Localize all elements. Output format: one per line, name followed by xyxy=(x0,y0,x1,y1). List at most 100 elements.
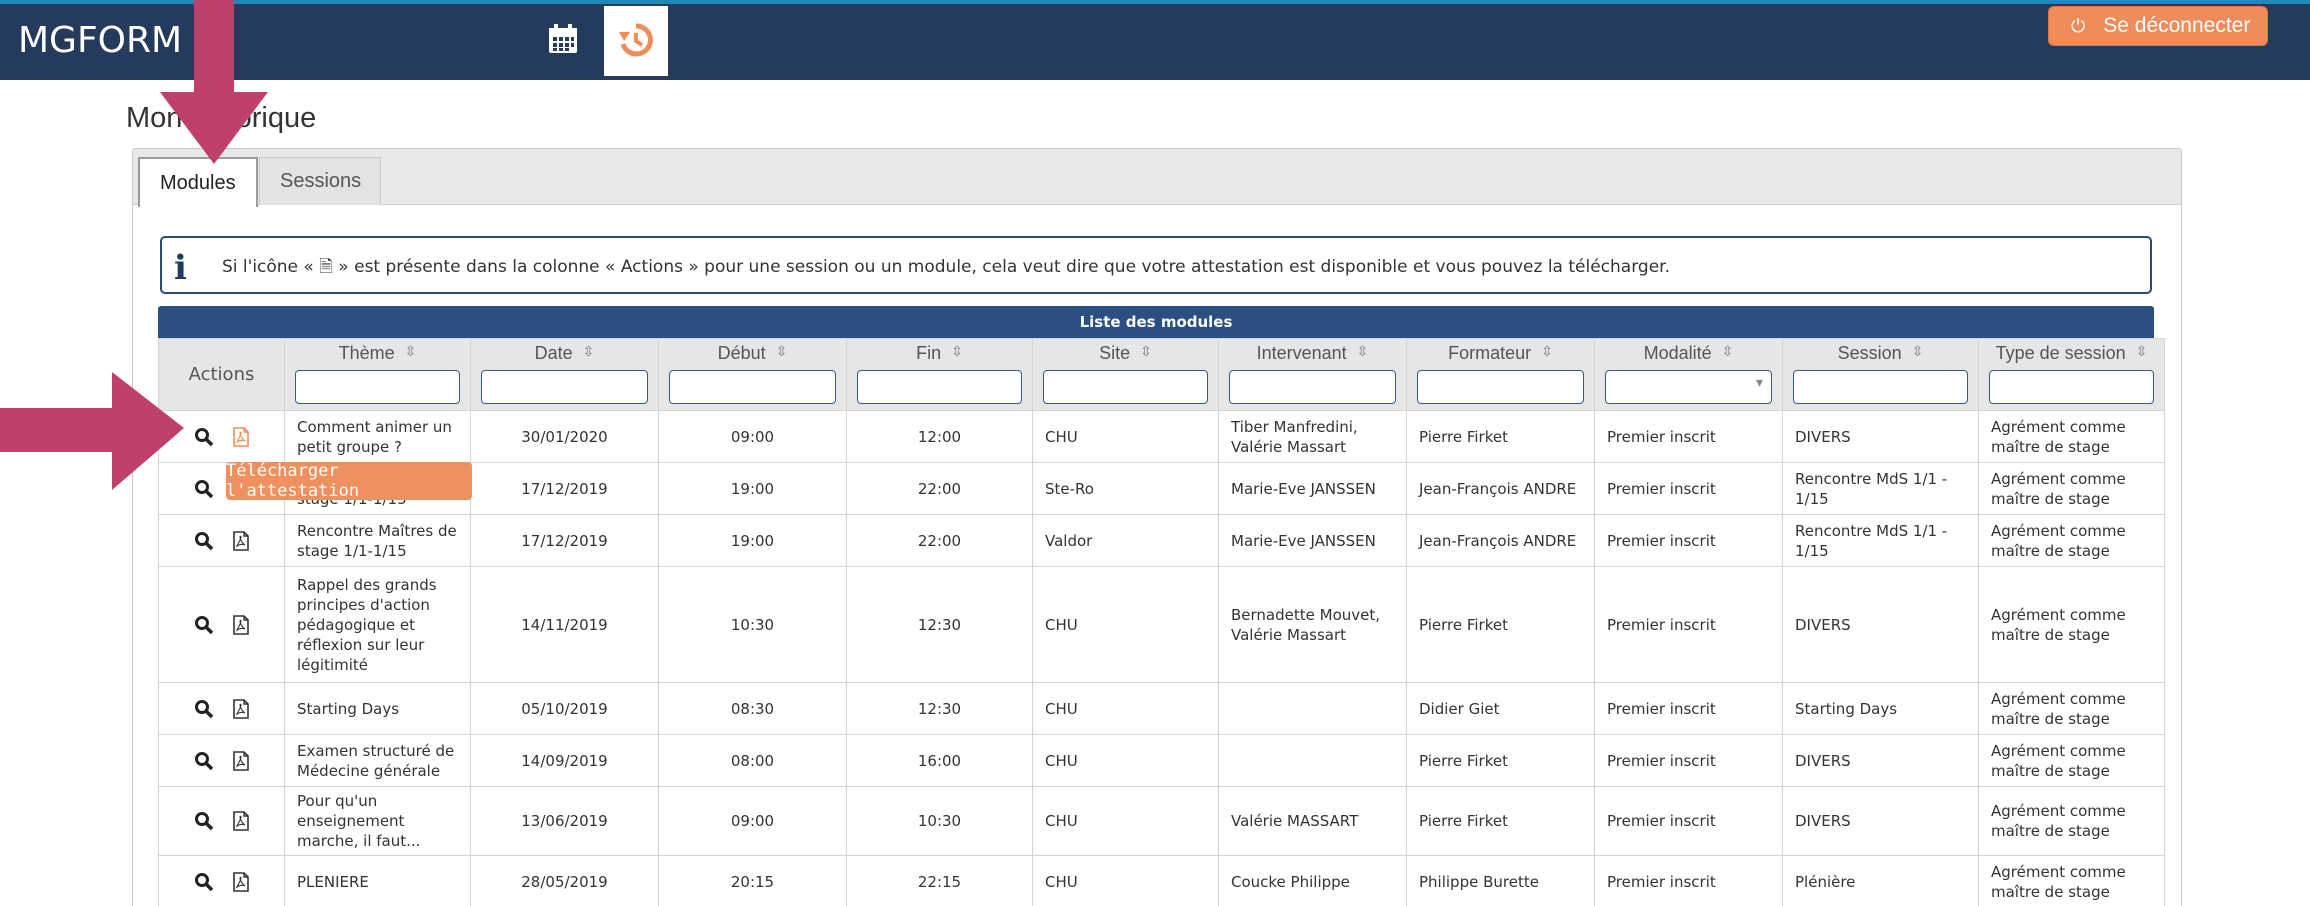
table-cell: Pour qu'un enseignement marche, il faut.… xyxy=(284,786,471,856)
sort-icon[interactable]: ⇳ xyxy=(583,343,595,364)
table-cell: Premier inscrit xyxy=(1594,566,1783,683)
table-cell: 08:00 xyxy=(658,734,847,787)
search-icon[interactable] xyxy=(194,811,214,831)
column-header-label: Modalité xyxy=(1643,343,1712,363)
pdf-icon[interactable] xyxy=(232,614,250,635)
sort-icon[interactable]: ⇳ xyxy=(1140,343,1152,364)
actions-cell xyxy=(158,566,285,683)
calendar-icon[interactable] xyxy=(546,22,580,56)
column-header[interactable]: Session ⇳ xyxy=(1782,338,1979,411)
search-icon[interactable] xyxy=(194,751,214,771)
column-filter-input[interactable] xyxy=(1229,370,1396,404)
search-icon[interactable] xyxy=(194,615,214,635)
column-header-label: Intervenant xyxy=(1256,343,1347,363)
column-filter-input[interactable] xyxy=(481,370,648,404)
annotation-arrow-down-icon xyxy=(160,0,268,164)
table-cell: 22:00 xyxy=(846,514,1033,567)
table-row: Rencontre Maîtres de stage 1/1-1/1517/12… xyxy=(158,514,2165,567)
column-header[interactable]: Site ⇳ xyxy=(1032,338,1219,411)
sort-icon[interactable]: ⇳ xyxy=(1912,343,1924,364)
column-header[interactable]: Type de session ⇳ xyxy=(1978,338,2165,411)
sort-icon[interactable]: ⇳ xyxy=(951,343,963,364)
tab-bar: Modules Sessions xyxy=(133,149,2181,207)
table-cell: 12:00 xyxy=(846,410,1033,463)
table-cell xyxy=(1218,734,1407,787)
column-header[interactable]: Intervenant ⇳ xyxy=(1218,338,1407,411)
table-cell: DIVERS xyxy=(1782,734,1979,787)
table-cell: CHU xyxy=(1032,682,1219,735)
sort-icon[interactable]: ⇳ xyxy=(1541,343,1553,364)
table-cell: Pierre Firket xyxy=(1406,410,1595,463)
table-row: Examen structuré de Médecine générale 14/… xyxy=(158,734,2165,787)
column-filter-input[interactable] xyxy=(1043,370,1208,404)
actions-cell xyxy=(158,855,285,906)
column-header[interactable]: Début ⇳ xyxy=(658,338,847,411)
table-cell: CHU xyxy=(1032,734,1219,787)
pdf-icon[interactable] xyxy=(232,750,250,771)
table-cell: Agrément comme maître de stage xyxy=(1978,786,2165,856)
column-header[interactable]: Thème ⇳ xyxy=(284,338,471,411)
pdf-icon[interactable] xyxy=(232,811,250,831)
table-cell: Premier inscrit xyxy=(1594,462,1783,515)
pdf-icon[interactable] xyxy=(232,530,250,551)
column-filter-input[interactable] xyxy=(1417,370,1584,404)
column-header[interactable]: Date ⇳ xyxy=(470,338,659,411)
modules-table-wrapper: Liste des modules Actions Thème ⇳ Date ⇳ Débu… xyxy=(158,306,2165,906)
history-nav-item[interactable] xyxy=(604,6,668,76)
table-cell: Premier inscrit xyxy=(1594,855,1783,906)
table-cell: Agrément comme maître de stage xyxy=(1978,682,2165,735)
table-cell: 19:00 xyxy=(658,514,847,567)
table-cell: Agrément comme maître de stage xyxy=(1978,566,2165,683)
table-cell: Premier inscrit xyxy=(1594,786,1783,856)
search-icon[interactable] xyxy=(194,531,214,551)
sort-icon[interactable]: ⇳ xyxy=(776,343,788,364)
search-icon[interactable] xyxy=(194,699,214,719)
logout-label: Se déconnecter xyxy=(2103,14,2251,37)
column-filter-input[interactable] xyxy=(1793,370,1968,404)
table-cell: 22:00 xyxy=(846,462,1033,515)
table-cell: Jean-François ANDRE xyxy=(1406,514,1595,567)
table-cell: Bernadette Mouvet, Valérie Massart xyxy=(1218,566,1407,683)
table-cell: Rencontre Maîtres de stage 1/1-1/15 xyxy=(284,514,471,567)
column-filter-input[interactable] xyxy=(669,370,836,404)
table-cell: Marie-Eve JANSSEN xyxy=(1218,462,1407,515)
table-cell: Plénière xyxy=(1782,855,1979,906)
column-filter-select[interactable] xyxy=(1605,370,1772,404)
table-cell: Premier inscrit xyxy=(1594,682,1783,735)
table-cell: 10:30 xyxy=(658,566,847,683)
column-header-label: Formateur xyxy=(1448,343,1532,363)
table-cell: Rencontre MdS 1/1 - 1/15 xyxy=(1782,514,1979,567)
pdf-icon[interactable] xyxy=(232,871,250,892)
column-header[interactable]: Fin ⇳ xyxy=(846,338,1033,411)
history-icon xyxy=(619,23,653,57)
column-header-label: Début xyxy=(717,343,766,363)
table-cell: 30/01/2020 xyxy=(470,410,659,463)
table-cell: CHU xyxy=(1032,855,1219,906)
table-cell: Agrément comme maître de stage xyxy=(1978,462,2165,515)
column-filter-input[interactable] xyxy=(1989,370,2154,404)
column-header-label: Type de session xyxy=(1995,343,2126,363)
table-row: PLENIERE 28/05/2019 20:15 22:15 CHU Coucke Ph… xyxy=(158,855,2165,906)
table-cell xyxy=(1218,682,1407,735)
column-header[interactable]: Formateur ⇳ xyxy=(1406,338,1595,411)
sort-icon[interactable]: ⇳ xyxy=(2136,343,2148,364)
table-cell: 19:00 xyxy=(658,462,847,515)
pdf-icon[interactable] xyxy=(232,698,250,719)
column-filter-input[interactable] xyxy=(295,370,460,404)
sort-icon[interactable]: ⇳ xyxy=(1722,343,1734,364)
table-cell: Starting Days xyxy=(1782,682,1979,735)
pdf-icon[interactable] xyxy=(232,426,250,447)
sort-icon[interactable]: ⇳ xyxy=(1357,343,1369,364)
search-icon[interactable] xyxy=(194,872,214,892)
column-header-label: Session xyxy=(1837,343,1902,363)
table-cell: Pierre Firket xyxy=(1406,734,1595,787)
sort-icon[interactable]: ⇳ xyxy=(405,343,417,364)
table-row: Rappel des grands principes d'action péd… xyxy=(158,566,2165,683)
column-header[interactable]: Modalité ⇳ xyxy=(1594,338,1783,411)
column-filter-input[interactable] xyxy=(857,370,1022,404)
table-row: Starting Days 05/10/2019 08:30 12:30 CHU Didi… xyxy=(158,682,2165,735)
table-cell: 12:30 xyxy=(846,682,1033,735)
logout-button[interactable]: ⏻ Se déconnecter xyxy=(2048,6,2268,46)
table-cell: 12:30 xyxy=(846,566,1033,683)
column-header-label: Date xyxy=(534,343,573,363)
